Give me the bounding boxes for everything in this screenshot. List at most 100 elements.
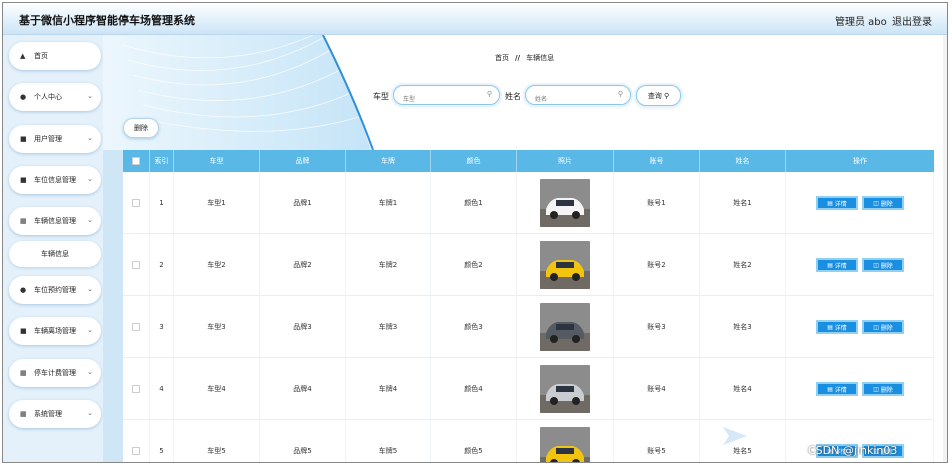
name-search-input[interactable]: ⚲ (525, 85, 631, 109)
sidebar-item-home[interactable]: ▲ 首页 (9, 42, 101, 70)
delete-button[interactable]: ◫ 删除 (862, 196, 904, 210)
type-search-input[interactable]: ⚲ (393, 85, 500, 109)
sidebar-item-reservation[interactable]: ● 车位预约管理 ⌄ (9, 276, 101, 304)
row-checkbox[interactable] (132, 385, 140, 393)
query-button[interactable]: 查询 ⚲ (636, 85, 681, 106)
detail-label: 详情 (834, 200, 847, 208)
cell-name: 姓名3 (700, 296, 786, 358)
cell-brand: 品牌3 (260, 296, 346, 358)
sidebar-item-exit[interactable]: ■ 车辆离场管理 ⌄ (9, 317, 101, 345)
logout-link[interactable]: 退出登录 (892, 13, 932, 28)
cell-color: 颜色1 (431, 172, 517, 234)
delete-button[interactable]: ◫ 删除 (862, 320, 904, 334)
chevron-down-icon: ⌄ (87, 92, 93, 100)
chevron-down-icon: ⌄ (87, 216, 93, 224)
trash-icon: ◫ (873, 261, 879, 269)
type-search-field[interactable] (394, 90, 499, 109)
watermark: CSDN @jinkin03 (808, 444, 898, 457)
header-plate: 车牌 (346, 150, 431, 172)
detail-button[interactable]: ▤ 详情 (816, 382, 858, 396)
row-checkbox[interactable] (132, 199, 140, 207)
sidebar-item-system[interactable]: ▦ 系统管理 ⌄ (9, 400, 101, 428)
table-row[interactable]: 4 车型4 品牌4 车牌4 颜色4 账号4 姓名4 ▤ 详情 ◫ 删除 (123, 358, 934, 420)
scrollbar[interactable] (943, 35, 947, 462)
delete-label: 删除 (880, 324, 893, 332)
sidebar-subitem-vehicle-info[interactable]: 车辆信息 (9, 241, 101, 267)
chevron-down-icon: ⌄ (87, 326, 93, 334)
detail-button[interactable]: ▤ 详情 (816, 320, 858, 334)
chevron-down-icon: ⌄ (87, 285, 93, 293)
query-button-label: 查询 (647, 91, 662, 100)
header-color: 颜色 (431, 150, 517, 172)
cell-account: 账号2 (614, 234, 700, 296)
sidebar-item-users[interactable]: ■ 用户管理 ⌄ (9, 125, 101, 153)
cell-color: 颜色5 (431, 420, 517, 462)
cell-photo (517, 420, 614, 462)
car-photo[interactable] (540, 365, 590, 413)
cell-brand: 品牌4 (260, 358, 346, 420)
row-checkbox[interactable] (132, 447, 140, 455)
sidebar-item-vehicle-info[interactable]: ▦ 车辆信息管理 ⌄ (9, 207, 101, 235)
table-row[interactable]: 3 车型3 品牌3 车牌3 颜色3 账号3 姓名3 ▤ 详情 ◫ 删除 (123, 296, 934, 358)
header-actions: 操作 (853, 157, 867, 165)
sidebar-item-label: 首页 (34, 52, 48, 60)
search-icon: ⚲ (617, 90, 623, 98)
delete-label: 删除 (880, 386, 893, 394)
cell-actions: ▤ 详情 ◫ 删除 (786, 172, 934, 234)
cell-index: 4 (150, 358, 174, 420)
cell-plate: 车牌3 (346, 296, 431, 358)
row-checkbox[interactable] (132, 261, 140, 269)
cell-plate: 车牌1 (346, 172, 431, 234)
cell-index: 2 (150, 234, 174, 296)
sidebar-item-label: 停车计费管理 (34, 369, 76, 377)
breadcrumb-home[interactable]: 首页 (495, 54, 509, 62)
sidebar-item-label: 车位信息管理 (34, 176, 76, 184)
table-header: 索引 车型 品牌 车牌 颜色 照片 账号 姓名 操作 (123, 150, 934, 172)
cell-type: 车型2 (174, 234, 260, 296)
cell-actions: ▤ 详情 ◫ 删除 (786, 358, 934, 420)
apps-icon: ▦ (20, 410, 27, 418)
detail-button[interactable]: ▤ 详情 (816, 258, 858, 272)
sidebar-item-billing[interactable]: ▦ 停车计费管理 ⌄ (9, 359, 101, 387)
select-all-checkbox[interactable] (132, 157, 140, 165)
detail-label: 详情 (834, 386, 847, 394)
breadcrumb: 首页 // 车辆信息 (495, 53, 554, 63)
sidebar-item-label: 用户管理 (34, 135, 62, 143)
cell-plate: 车牌5 (346, 420, 431, 462)
sidebar-item-profile[interactable]: ● 个人中心 ⌄ (9, 83, 101, 111)
table-row[interactable]: 2 车型2 品牌2 车牌2 颜色2 账号2 姓名2 ▤ 详情 ◫ 删除 (123, 234, 934, 296)
name-search-field[interactable] (526, 90, 630, 109)
watermark-logo-icon (723, 427, 747, 445)
table-row[interactable]: 1 车型1 品牌1 车牌1 颜色1 账号1 姓名1 ▤ 详情 ◫ 删除 (123, 172, 934, 234)
breadcrumb-separator: // (515, 54, 521, 62)
sidebar-item-label: 车辆离场管理 (34, 327, 76, 335)
admin-username[interactable]: 管理员 abo (835, 13, 887, 28)
detail-button[interactable]: ▤ 详情 (816, 196, 858, 210)
cell-account: 账号5 (614, 420, 700, 462)
header-brand: 品牌 (260, 150, 346, 172)
delete-button[interactable]: ◫ 删除 (862, 382, 904, 396)
delete-button[interactable]: ◫ 删除 (862, 258, 904, 272)
cell-select (123, 296, 150, 358)
car-photo[interactable] (540, 427, 590, 462)
lock-icon: ■ (20, 135, 27, 143)
document-icon: ▤ (827, 199, 833, 207)
bulk-delete-button[interactable]: 删除 (123, 118, 159, 138)
sidebar-item-label: 系统管理 (34, 410, 62, 418)
car-photo[interactable] (540, 241, 590, 289)
cell-color: 颜色3 (431, 296, 517, 358)
car-photo[interactable] (540, 179, 590, 227)
document-icon: ▤ (827, 261, 833, 269)
cell-select (123, 234, 150, 296)
sidebar-item-label: 车辆信息管理 (34, 217, 76, 225)
row-checkbox[interactable] (132, 323, 140, 331)
cell-type: 车型5 (174, 420, 260, 462)
cell-color: 颜色4 (431, 358, 517, 420)
cell-actions: ▤ 详情 ◫ 删除 (786, 234, 934, 296)
car-photo[interactable] (540, 303, 590, 351)
cell-type: 车型3 (174, 296, 260, 358)
main-content: 首页 // 车辆信息 车型 ⚲ 姓名 ⚲ 查询 ⚲ 删除 索引 车型 品牌 车牌 颜… (103, 35, 947, 462)
sidebar-item-parking-space[interactable]: ■ 车位信息管理 ⌄ (9, 166, 101, 194)
header-select-all[interactable] (123, 150, 150, 172)
app-window: 基于微信小程序智能停车场管理系统 管理员 abo 退出登录 ▲ 首页 ● 个人中… (2, 2, 948, 463)
